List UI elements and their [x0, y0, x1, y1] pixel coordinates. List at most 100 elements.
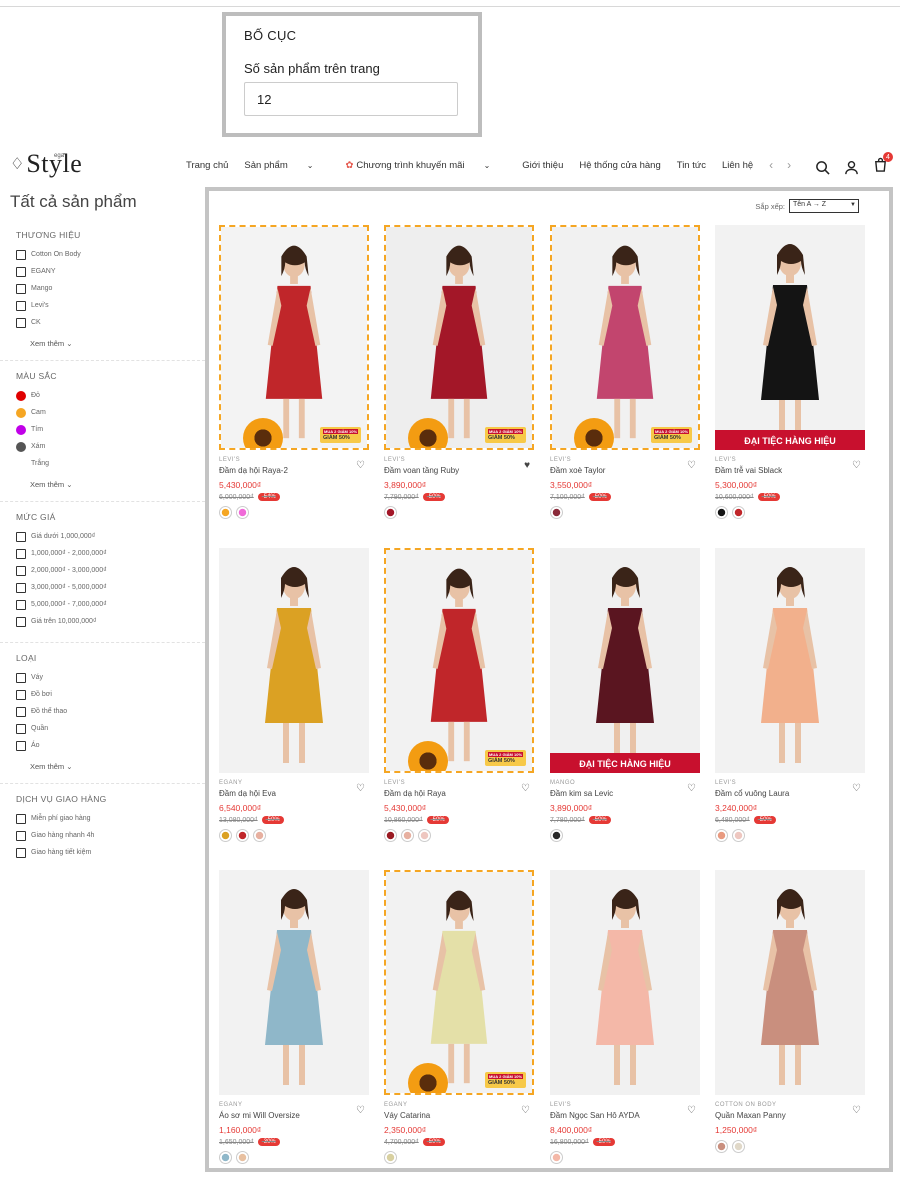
color-swatch[interactable] [253, 829, 266, 842]
product-name[interactable]: Đầm dạ hội Raya-2 [219, 466, 369, 475]
filter-option[interactable]: Áo [16, 737, 205, 754]
color-swatch[interactable] [219, 1151, 232, 1164]
color-swatch[interactable] [418, 829, 431, 842]
product-card[interactable]: MUA 2 GIẢM 10% GIẢM 50% LEVI'S ♡ Đầm xoè Tay… [550, 225, 700, 519]
wishlist-heart-icon[interactable]: ♡ [852, 1105, 861, 1116]
product-name[interactable]: Đầm cổ vuông Laura [715, 789, 865, 798]
sort-select[interactable]: Tên A → Z [789, 199, 859, 213]
product-card[interactable]: MUA 2 GIẢM 10% GIẢM 50% LEVI'S ♡ Đầm dạ hội … [219, 225, 369, 519]
color-swatch[interactable] [715, 506, 728, 519]
checkbox[interactable] [16, 616, 26, 627]
checkbox[interactable] [16, 300, 26, 311]
checkbox[interactable] [16, 706, 26, 717]
wishlist-heart-icon[interactable]: ♡ [687, 460, 696, 471]
color-swatch[interactable] [236, 829, 249, 842]
product-image[interactable] [219, 870, 369, 1095]
product-name[interactable]: Đầm xoè Taylor [550, 466, 700, 475]
wishlist-heart-icon[interactable]: ♡ [521, 1105, 530, 1116]
color-swatch[interactable] [550, 506, 563, 519]
product-image[interactable]: ĐẠI TIỆC HÀNG HIỆU [715, 225, 865, 450]
product-card[interactable]: ĐẠI TIỆC HÀNG HIỆU MANGO ♡ Đầm kim sa Levic… [550, 548, 700, 842]
nav-contact[interactable]: Liên hệ [722, 160, 753, 171]
product-name[interactable]: Váy Catarina [384, 1111, 534, 1120]
color-swatch[interactable] [550, 1151, 563, 1164]
chevron-right-icon[interactable]: › [787, 158, 791, 172]
checkbox[interactable] [16, 317, 26, 328]
color-swatch[interactable] [236, 506, 249, 519]
product-name[interactable]: Đầm trễ vai Sblack [715, 466, 865, 475]
product-card[interactable]: MUA 2 GIẢM 10% GIẢM 50% EGANY ♡ Váy Catarina… [384, 870, 534, 1164]
product-card[interactable]: EGANY ♡ Áo sơ mi Will Oversize 1,160,000₫ 1,… [219, 870, 369, 1164]
wishlist-heart-icon[interactable]: ♥ [524, 460, 530, 471]
wishlist-heart-icon[interactable]: ♡ [356, 460, 365, 471]
color-option[interactable]: Trắng [16, 455, 205, 472]
wishlist-heart-icon[interactable]: ♡ [687, 1105, 696, 1116]
product-name[interactable]: Đầm dạ hội Raya [384, 789, 534, 798]
checkbox[interactable] [16, 599, 26, 610]
product-card[interactable]: ĐẠI TIỆC HÀNG HIỆU LEVI'S ♡ Đầm trễ vai Sbl… [715, 225, 865, 519]
wishlist-heart-icon[interactable]: ♡ [356, 1105, 365, 1116]
product-image[interactable]: MUA 2 GIẢM 10% GIẢM 50% [384, 548, 534, 773]
checkbox[interactable] [16, 283, 26, 294]
product-card[interactable]: COTTON ON BODY ♡ Quần Maxan Panny 1,250,000… [715, 870, 865, 1153]
filter-option[interactable]: Giá dưới 1,000,000₫ [16, 528, 205, 545]
color-swatch[interactable] [219, 829, 232, 842]
wishlist-heart-icon[interactable]: ♡ [852, 783, 861, 794]
filter-option[interactable]: Miễn phí giao hàng [16, 810, 205, 827]
filter-option[interactable]: 3,000,000₫ - 5,000,000₫ [16, 579, 205, 596]
nav-products[interactable]: Sản phẩm ⌄ [244, 160, 329, 171]
color-option[interactable]: Cam [16, 404, 205, 421]
checkbox[interactable] [16, 813, 26, 824]
filter-option[interactable]: Quần [16, 720, 205, 737]
checkbox[interactable] [16, 740, 26, 751]
cart-button[interactable]: 4 [873, 152, 893, 177]
color-swatch[interactable] [384, 506, 397, 519]
filter-option[interactable]: Cotton On Body [16, 246, 205, 263]
color-swatch[interactable] [732, 829, 745, 842]
product-image[interactable]: MUA 2 GIẢM 10% GIẢM 50% [384, 870, 534, 1095]
filter-option[interactable]: Giao hàng tiết kiệm [16, 844, 205, 861]
product-card[interactable]: MUA 2 GIẢM 10% GIẢM 50% LEVI'S ♥ Đầm voan tầ… [384, 225, 534, 519]
nav-news[interactable]: Tin tức [677, 160, 706, 171]
wishlist-heart-icon[interactable]: ♡ [852, 460, 861, 471]
logo[interactable]: ♢ ega Style [10, 147, 82, 181]
filter-option[interactable]: Váy [16, 669, 205, 686]
nav-about[interactable]: Giới thiệu [522, 160, 563, 171]
filter-option[interactable]: CK [16, 314, 205, 331]
product-card[interactable]: EGANY ♡ Đầm dạ hội Eva 6,540,000₫ 13,080,000… [219, 548, 369, 842]
checkbox[interactable] [16, 531, 26, 542]
product-name[interactable]: Đầm dạ hội Eva [219, 789, 369, 798]
search-icon[interactable] [815, 160, 830, 175]
color-swatch[interactable] [401, 829, 414, 842]
chevron-left-icon[interactable]: ‹ [769, 158, 773, 172]
product-image[interactable]: MUA 2 GIẢM 10% GIẢM 50% [550, 225, 700, 450]
product-name[interactable]: Quần Maxan Panny [715, 1111, 865, 1120]
product-name[interactable]: Đầm Ngọc San Hô AYDA [550, 1111, 700, 1120]
nav-home[interactable]: Trang chủ [186, 160, 228, 171]
checkbox[interactable] [16, 582, 26, 593]
nav-stores[interactable]: Hệ thống cửa hàng [579, 160, 660, 171]
product-image[interactable]: ĐẠI TIỆC HÀNG HIỆU [550, 548, 700, 773]
show-more-button[interactable]: Xem thêm ⌄ [30, 762, 205, 771]
product-card[interactable]: MUA 2 GIẢM 10% GIẢM 50% LEVI'S ♡ Đầm dạ hội … [384, 548, 534, 842]
product-image[interactable]: MUA 2 GIẢM 10% GIẢM 50% [219, 225, 369, 450]
product-image[interactable] [219, 548, 369, 773]
show-more-button[interactable]: Xem thêm ⌄ [30, 480, 205, 489]
filter-option[interactable]: Đồ thể thao [16, 703, 205, 720]
wishlist-heart-icon[interactable]: ♡ [521, 783, 530, 794]
filter-option[interactable]: Đồ bơi [16, 686, 205, 703]
checkbox[interactable] [16, 672, 26, 683]
color-swatch[interactable] [732, 1140, 745, 1153]
product-image[interactable] [715, 870, 865, 1095]
filter-option[interactable]: Giá trên 10,000,000₫ [16, 613, 205, 630]
product-image[interactable]: MUA 2 GIẢM 10% GIẢM 50% [384, 225, 534, 450]
filter-option[interactable]: 5,000,000₫ - 7,000,000₫ [16, 596, 205, 613]
checkbox[interactable] [16, 723, 26, 734]
filter-option[interactable]: EGANY [16, 263, 205, 280]
color-option[interactable]: Đỏ [16, 387, 205, 404]
checkbox[interactable] [16, 249, 26, 260]
checkbox[interactable] [16, 266, 26, 277]
product-name[interactable]: Áo sơ mi Will Oversize [219, 1111, 369, 1120]
filter-option[interactable]: 1,000,000₫ - 2,000,000₫ [16, 545, 205, 562]
color-swatch[interactable] [384, 1151, 397, 1164]
